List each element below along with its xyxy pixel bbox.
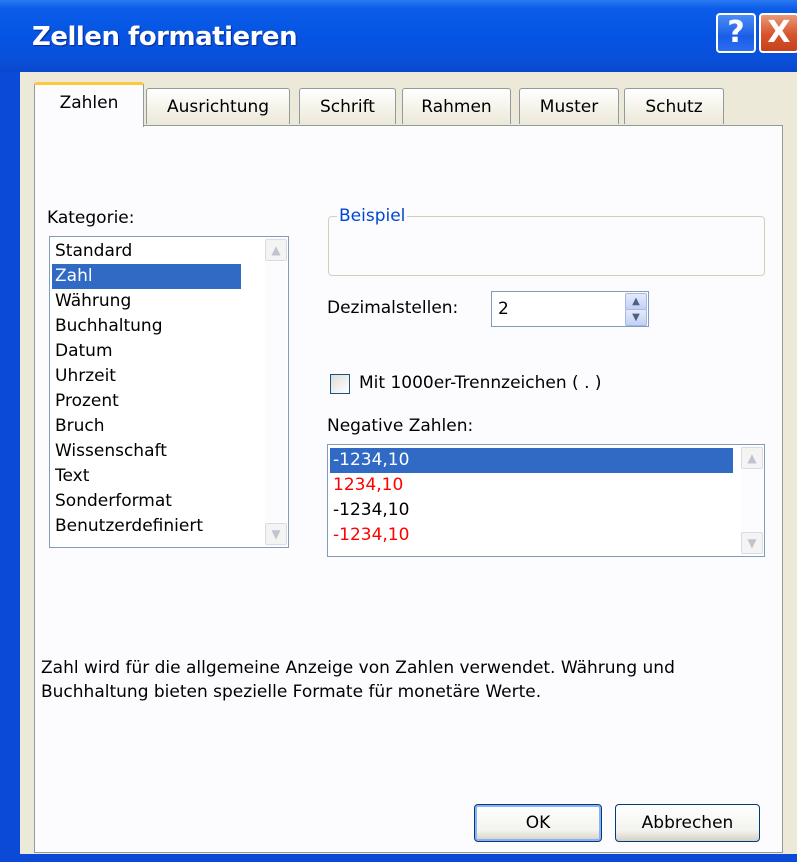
- category-item-bruch[interactable]: Bruch: [52, 414, 105, 439]
- category-item-wissenschaft[interactable]: Wissenschaft: [52, 439, 167, 464]
- negative-item[interactable]: -1234,10: [330, 448, 733, 473]
- category-item-zahl[interactable]: Zahl: [52, 264, 241, 289]
- tab-schrift[interactable]: Schrift: [299, 88, 396, 124]
- category-item-waehrung[interactable]: Währung: [52, 289, 131, 314]
- thousands-label[interactable]: Mit 1000er-Trennzeichen ( . ): [359, 373, 602, 393]
- sample-label: Beispiel: [337, 206, 408, 226]
- scroll-down-arrow-icon[interactable]: ▼: [741, 532, 763, 554]
- tab-strip: Zahlen Ausrichtung Schrift Rahmen Muster…: [20, 72, 797, 132]
- spin-up-arrow-icon[interactable]: ▲: [625, 293, 647, 310]
- category-listbox[interactable]: Standard Zahl Währung Buchhaltung Datum …: [49, 236, 289, 548]
- dialog-title: Zellen formatieren: [32, 22, 298, 52]
- ok-button[interactable]: OK: [474, 804, 602, 842]
- category-label: Kategorie:: [47, 208, 135, 228]
- close-button[interactable]: X: [759, 13, 797, 53]
- category-item-uhrzeit[interactable]: Uhrzeit: [52, 364, 116, 389]
- category-item-benutzerdefiniert[interactable]: Benutzerdefiniert: [52, 514, 203, 539]
- negative-numbers-label: Negative Zahlen:: [327, 416, 474, 436]
- tab-muster[interactable]: Muster: [519, 88, 619, 124]
- dialog-client-area: Zahlen Ausrichtung Schrift Rahmen Muster…: [20, 72, 797, 854]
- category-item-text[interactable]: Text: [52, 464, 89, 489]
- category-item-standard[interactable]: Standard: [52, 239, 132, 264]
- category-item-sonderformat[interactable]: Sonderformat: [52, 489, 172, 514]
- negative-scrollbar[interactable]: ▲ ▼: [741, 446, 763, 555]
- thousands-checkbox[interactable]: [330, 374, 350, 394]
- category-item-prozent[interactable]: Prozent: [52, 389, 119, 414]
- negative-numbers-listbox[interactable]: -1234,10 1234,10 -1234,10 -1234,10 ▲ ▼: [327, 444, 765, 557]
- tab-ausrichtung[interactable]: Ausrichtung: [146, 88, 290, 124]
- dialog-window: Zellen formatieren ? X Zahlen Ausrichtun…: [0, 0, 797, 862]
- window-bottom-border: [0, 854, 797, 862]
- negative-item[interactable]: -1234,10: [330, 523, 409, 548]
- category-description: Zahl wird für die allgemeine Anzeige von…: [41, 658, 675, 702]
- tab-rahmen[interactable]: Rahmen: [402, 88, 511, 124]
- scroll-up-arrow-icon[interactable]: ▲: [265, 239, 287, 261]
- decimals-spinner[interactable]: ▲ ▼: [625, 293, 647, 327]
- tab-zahlen[interactable]: Zahlen: [34, 82, 144, 127]
- tab-panel-zahlen: Kategorie: Standard Zahl Währung Buchhal…: [34, 125, 783, 853]
- cancel-button[interactable]: Abbrechen: [615, 804, 760, 842]
- spin-down-arrow-icon[interactable]: ▼: [625, 309, 647, 326]
- category-item-buchhaltung[interactable]: Buchhaltung: [52, 314, 162, 339]
- category-scrollbar[interactable]: ▲ ▼: [265, 238, 287, 546]
- help-button[interactable]: ?: [716, 13, 756, 53]
- scroll-down-arrow-icon[interactable]: ▼: [265, 523, 287, 545]
- negative-item[interactable]: 1234,10: [330, 473, 403, 498]
- decimals-label: Dezimalstellen:: [327, 298, 459, 318]
- scroll-up-arrow-icon[interactable]: ▲: [741, 447, 763, 469]
- category-item-datum[interactable]: Datum: [52, 339, 113, 364]
- title-bar[interactable]: Zellen formatieren ? X: [0, 0, 797, 72]
- negative-item[interactable]: -1234,10: [330, 498, 409, 523]
- tab-schutz[interactable]: Schutz: [624, 88, 724, 124]
